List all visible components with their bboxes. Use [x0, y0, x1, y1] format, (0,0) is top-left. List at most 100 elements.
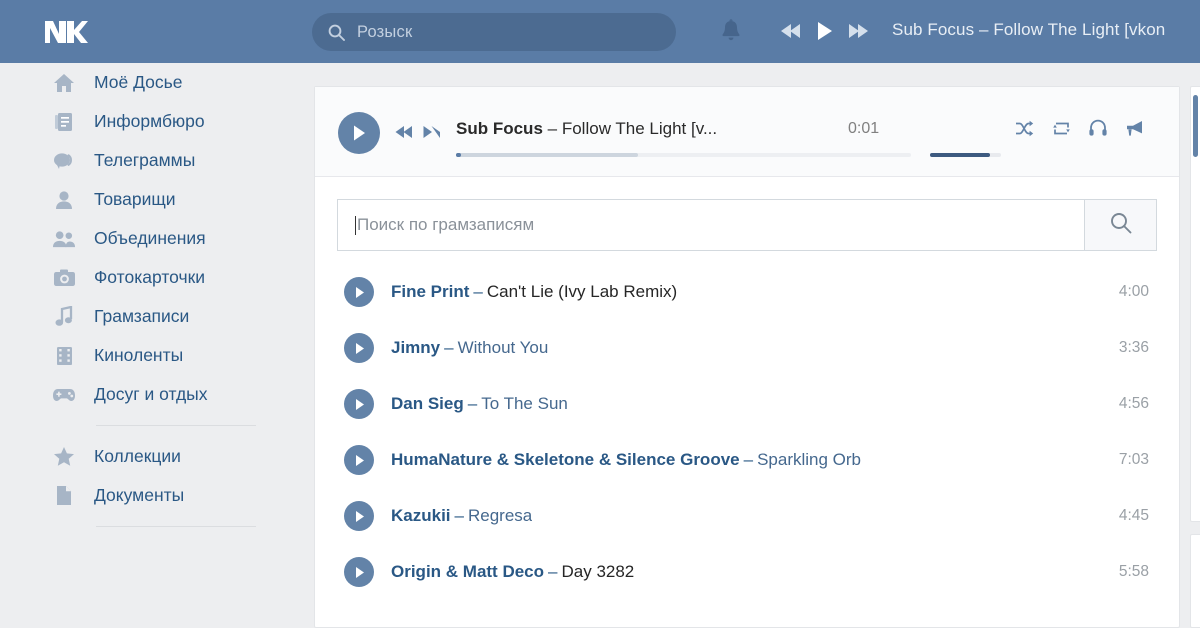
track-separator: –: [473, 282, 483, 301]
sidebar-divider-top: [96, 425, 256, 426]
photos-icon: [52, 266, 76, 290]
track-title: Can't Lie (Ivy Lab Remix): [486, 282, 678, 301]
mini-player-controls: [780, 20, 870, 47]
track-row[interactable]: Fine Print – Can't Lie (Ivy Lab Remix) 4:0…: [315, 264, 1179, 320]
music-note-icon: [52, 305, 76, 329]
vk-logo-icon[interactable]: [42, 18, 108, 46]
track-row[interactable]: HumaNature & Skeletone & Silence Groove –…: [315, 432, 1179, 488]
search-icon: [1110, 212, 1132, 239]
track-duration: 4:56: [1118, 395, 1149, 412]
sidebar-label: Информбюро: [94, 111, 205, 131]
track-artist: Origin & Matt Deco: [391, 562, 545, 581]
player-option-icons: [1015, 119, 1144, 137]
music-search-input[interactable]: Поиск по грамзаписям: [337, 199, 1085, 251]
track-row[interactable]: Jimny – Without You 3:36: [315, 320, 1179, 376]
bell-icon[interactable]: [720, 19, 742, 48]
sidebar-item-groups[interactable]: Объединения: [0, 219, 296, 258]
sidebar-label: Грамзаписи: [94, 306, 190, 326]
sidebar-label: Объединения: [94, 228, 206, 248]
global-search-placeholder: Розыск: [357, 22, 413, 41]
track-artist: Jimny: [391, 338, 441, 357]
sidebar-item-my-profile[interactable]: Моё Досье: [0, 63, 296, 102]
music-search-button[interactable]: [1085, 199, 1157, 251]
sidebar-label: Киноленты: [94, 345, 184, 365]
sidebar-label: Телеграммы: [94, 150, 196, 170]
sidebar-label: Товарищи: [94, 189, 176, 209]
player-title: Follow The Light [v...: [561, 119, 718, 138]
video-icon: [52, 344, 76, 368]
player-next-button[interactable]: [423, 125, 441, 144]
track-title: Day 3282: [561, 562, 635, 581]
right-panel-scrollbar[interactable]: [1193, 95, 1198, 157]
track-title: Sparkling Orb: [757, 450, 862, 469]
track-separator: –: [743, 450, 754, 469]
track-name: Fine Print – Can't Lie (Ivy Lab Remix): [391, 282, 677, 302]
track-duration: 3:36: [1118, 339, 1149, 356]
mini-player-now-playing: Sub Focus – Follow The Light [vkon: [892, 20, 1166, 39]
track-artist: Fine Print: [391, 282, 470, 301]
sidebar-item-bookmarks[interactable]: Коллекции: [0, 437, 296, 476]
track-name: Origin & Matt Deco – Day 3282: [391, 562, 634, 582]
player-separator: –: [547, 119, 558, 138]
sidebar-item-games[interactable]: Досуг и отдых: [0, 375, 296, 414]
track-name: Jimny – Without You: [391, 338, 548, 358]
track-play-button[interactable]: [344, 277, 374, 307]
player-volume-slider[interactable]: [930, 153, 1001, 157]
text-caret: [355, 215, 356, 235]
document-icon: [52, 484, 76, 508]
track-artist: Dan Sieg: [391, 394, 464, 413]
repeat-icon[interactable]: [1052, 120, 1071, 137]
track-play-button[interactable]: [344, 445, 374, 475]
player-progress-bar[interactable]: [456, 153, 911, 157]
global-search-field[interactable]: Розыск: [312, 13, 676, 51]
next-track-icon[interactable]: [848, 22, 870, 45]
sidebar-label: Досуг и отдых: [94, 384, 208, 404]
track-play-button[interactable]: [344, 389, 374, 419]
sidebar-item-photos[interactable]: Фотокарточки: [0, 258, 296, 297]
track-duration: 7:03: [1118, 451, 1149, 468]
track-play-button[interactable]: [344, 501, 374, 531]
track-play-button[interactable]: [344, 333, 374, 363]
groups-icon: [52, 227, 76, 251]
main-content-panel: Sub Focus – Follow The Light [v... 0:01: [314, 86, 1180, 628]
music-search-row: Поиск по грамзаписям: [337, 199, 1157, 251]
sidebar-item-video[interactable]: Киноленты: [0, 336, 296, 375]
track-artist: Kazukii: [391, 506, 451, 525]
track-row[interactable]: Kazukii – Regresa 4:45: [315, 488, 1179, 544]
track-list: Fine Print – Can't Lie (Ivy Lab Remix) 4:0…: [315, 264, 1179, 600]
player-progress-fill: [456, 153, 461, 157]
sidebar-divider-bottom: [96, 526, 256, 527]
sidebar-item-documents[interactable]: Документы: [0, 476, 296, 515]
home-icon: [52, 71, 76, 95]
prev-track-icon[interactable]: [780, 22, 802, 45]
news-icon: [52, 110, 76, 134]
sidebar-item-friends[interactable]: Товарищи: [0, 180, 296, 219]
audio-player-bar: Sub Focus – Follow The Light [v... 0:01: [315, 87, 1179, 177]
player-track-name[interactable]: Sub Focus – Follow The Light [v...: [456, 119, 717, 139]
player-play-button[interactable]: [338, 112, 380, 154]
sidebar-label: Моё Досье: [94, 72, 183, 92]
track-duration: 5:58: [1118, 563, 1149, 580]
track-duration: 4:00: [1118, 283, 1149, 300]
track-title: Without You: [457, 338, 549, 357]
sidebar-item-messages[interactable]: Телеграммы: [0, 141, 296, 180]
player-prev-button[interactable]: [395, 125, 413, 144]
headphones-icon[interactable]: [1089, 119, 1107, 137]
friends-icon: [52, 188, 76, 212]
track-play-button[interactable]: [344, 557, 374, 587]
gamepad-icon: [52, 383, 76, 407]
track-name: Dan Sieg – To The Sun: [391, 394, 568, 414]
sidebar-label: Фотокарточки: [94, 267, 206, 287]
track-row[interactable]: Origin & Matt Deco – Day 3282 5:58: [315, 544, 1179, 600]
broadcast-icon[interactable]: [1125, 120, 1144, 137]
right-side-panel-secondary: [1190, 534, 1200, 628]
play-icon[interactable]: [815, 20, 835, 47]
left-sidebar: Моё Досье Информбюро Телеграммы Товарищи…: [0, 63, 296, 628]
shuffle-icon[interactable]: [1015, 120, 1034, 137]
messages-icon: [52, 149, 76, 173]
track-row[interactable]: Dan Sieg – To The Sun 4:56: [315, 376, 1179, 432]
player-artist: Sub Focus: [456, 119, 543, 138]
sidebar-item-music[interactable]: Грамзаписи: [0, 297, 296, 336]
sidebar-item-news[interactable]: Информбюро: [0, 102, 296, 141]
track-title: To The Sun: [481, 394, 568, 413]
